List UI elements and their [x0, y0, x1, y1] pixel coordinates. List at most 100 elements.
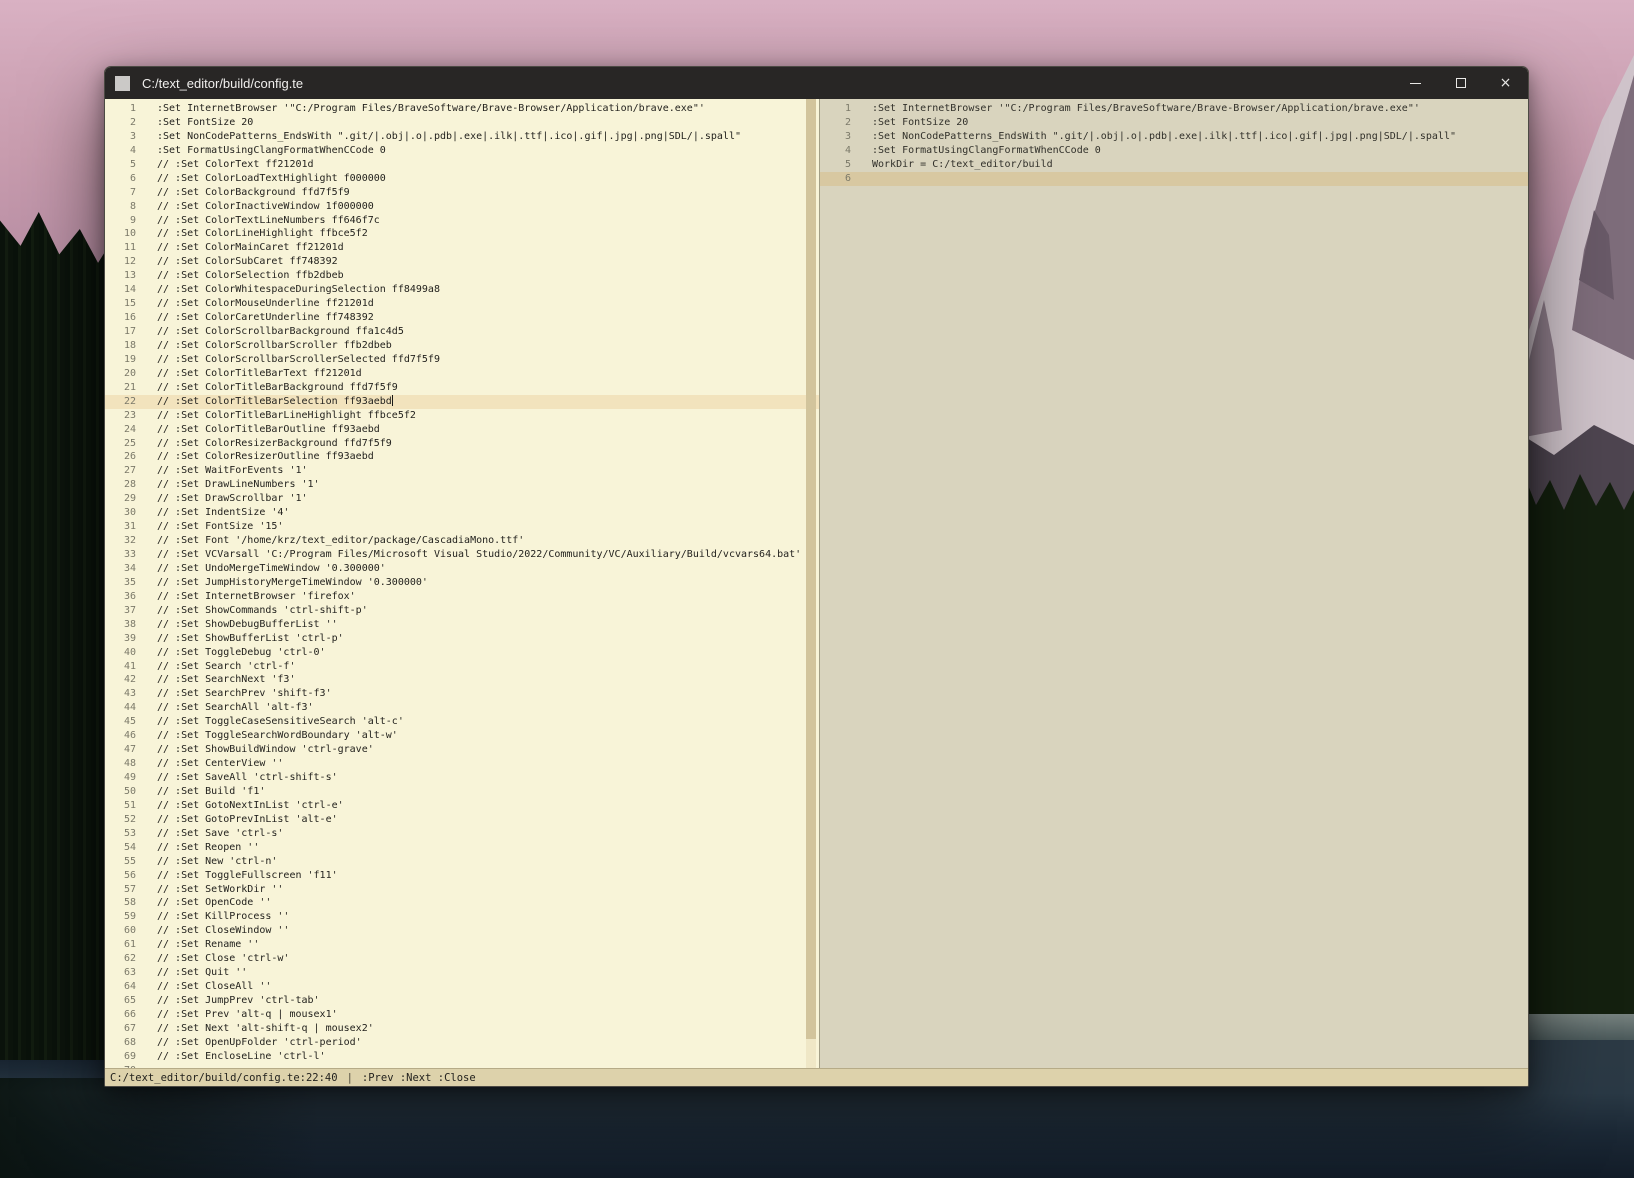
- code-line[interactable]: 32// :Set Font '/home/krz/text_editor/pa…: [105, 534, 819, 548]
- code-text: // :Set Reopen '': [157, 841, 259, 855]
- code-line[interactable]: 63// :Set Quit '': [105, 966, 819, 980]
- minimize-button[interactable]: [1393, 67, 1438, 99]
- scrollbar-thumb[interactable]: [806, 99, 816, 1039]
- code-line[interactable]: 6: [820, 172, 1528, 186]
- code-line[interactable]: 36// :Set InternetBrowser 'firefox': [105, 590, 819, 604]
- code-line[interactable]: 25// :Set ColorResizerBackground ffd7f5f…: [105, 437, 819, 451]
- code-line[interactable]: 39// :Set ShowBufferList 'ctrl-p': [105, 632, 819, 646]
- code-line[interactable]: 3:Set NonCodePatterns_EndsWith ".git/|.o…: [105, 130, 819, 144]
- code-line[interactable]: 9// :Set ColorTextLineNumbers ff646f7c: [105, 214, 819, 228]
- code-line[interactable]: 43// :Set SearchPrev 'shift-f3': [105, 687, 819, 701]
- code-text: // :Set ShowDebugBufferList '': [157, 618, 338, 632]
- close-button[interactable]: ×: [1483, 67, 1528, 99]
- code-line[interactable]: 15// :Set ColorMouseUnderline ff21201d: [105, 297, 819, 311]
- code-line[interactable]: 29// :Set DrawScrollbar '1': [105, 492, 819, 506]
- code-line[interactable]: 24// :Set ColorTitleBarOutline ff93aebd: [105, 423, 819, 437]
- code-line[interactable]: 7// :Set ColorBackground ffd7f5f9: [105, 186, 819, 200]
- code-line[interactable]: 2:Set FontSize 20: [105, 116, 819, 130]
- code-text: :Set FontSize 20: [872, 116, 968, 130]
- code-line[interactable]: 5// :Set ColorText ff21201d: [105, 158, 819, 172]
- code-line[interactable]: 48// :Set CenterView '': [105, 757, 819, 771]
- code-line[interactable]: 60// :Set CloseWindow '': [105, 924, 819, 938]
- line-number: 21: [105, 381, 136, 395]
- code-line[interactable]: 64// :Set CloseAll '': [105, 980, 819, 994]
- code-line[interactable]: 49// :Set SaveAll 'ctrl-shift-s': [105, 771, 819, 785]
- code-line[interactable]: 58// :Set OpenCode '': [105, 896, 819, 910]
- code-line[interactable]: 50// :Set Build 'f1': [105, 785, 819, 799]
- line-number: 12: [105, 255, 136, 269]
- code-line[interactable]: 56// :Set ToggleFullscreen 'f11': [105, 869, 819, 883]
- code-line[interactable]: 62// :Set Close 'ctrl-w': [105, 952, 819, 966]
- code-line[interactable]: 14// :Set ColorWhitespaceDuringSelection…: [105, 283, 819, 297]
- code-line[interactable]: 33// :Set VCVarsall 'C:/Program Files/Mi…: [105, 548, 819, 562]
- code-line[interactable]: 22// :Set ColorTitleBarSelection ff93aeb…: [105, 395, 819, 409]
- code-line[interactable]: 40// :Set ToggleDebug 'ctrl-0': [105, 646, 819, 660]
- code-line[interactable]: 28// :Set DrawLineNumbers '1': [105, 478, 819, 492]
- code-line[interactable]: 38// :Set ShowDebugBufferList '': [105, 618, 819, 632]
- maximize-button[interactable]: [1438, 67, 1483, 99]
- code-line[interactable]: 31// :Set FontSize '15': [105, 520, 819, 534]
- code-line[interactable]: 61// :Set Rename '': [105, 938, 819, 952]
- code-line[interactable]: 52// :Set GotoPrevInList 'alt-e': [105, 813, 819, 827]
- code-line[interactable]: 10// :Set ColorLineHighlight ffbce5f2: [105, 227, 819, 241]
- code-line[interactable]: 68// :Set OpenUpFolder 'ctrl-period': [105, 1036, 819, 1050]
- code-text: // :Set ShowBufferList 'ctrl-p': [157, 632, 344, 646]
- code-line[interactable]: 66// :Set Prev 'alt-q | mousex1': [105, 1008, 819, 1022]
- code-line[interactable]: 12// :Set ColorSubCaret ff748392: [105, 255, 819, 269]
- code-text: :Set InternetBrowser '"C:/Program Files/…: [157, 102, 705, 116]
- code-line[interactable]: 30// :Set IndentSize '4': [105, 506, 819, 520]
- code-line[interactable]: 4:Set FormatUsingClangFormatWhenCCode 0: [820, 144, 1528, 158]
- code-line[interactable]: 20// :Set ColorTitleBarText ff21201d: [105, 367, 819, 381]
- code-line[interactable]: 51// :Set GotoNextInList 'ctrl-e': [105, 799, 819, 813]
- code-line[interactable]: 1:Set InternetBrowser '"C:/Program Files…: [105, 102, 819, 116]
- code-line[interactable]: 42// :Set SearchNext 'f3': [105, 673, 819, 687]
- code-line[interactable]: 46// :Set ToggleSearchWordBoundary 'alt-…: [105, 729, 819, 743]
- line-number: 58: [105, 896, 136, 910]
- code-line[interactable]: 8// :Set ColorInactiveWindow 1f000000: [105, 200, 819, 214]
- code-line[interactable]: 67// :Set Next 'alt-shift-q | mousex2': [105, 1022, 819, 1036]
- status-bar: C:/text_editor/build/config.te:22:40 | :…: [105, 1068, 1528, 1086]
- code-line[interactable]: 11// :Set ColorMainCaret ff21201d: [105, 241, 819, 255]
- editor-pane-active[interactable]: 1:Set InternetBrowser '"C:/Program Files…: [105, 99, 819, 1068]
- code-line[interactable]: 65// :Set JumpPrev 'ctrl-tab': [105, 994, 819, 1008]
- code-line[interactable]: 41// :Set Search 'ctrl-f': [105, 660, 819, 674]
- code-line[interactable]: 5WorkDir = C:/text_editor/build: [820, 158, 1528, 172]
- line-number: 3: [820, 130, 851, 144]
- code-line[interactable]: 37// :Set ShowCommands 'ctrl-shift-p': [105, 604, 819, 618]
- code-line[interactable]: 44// :Set SearchAll 'alt-f3': [105, 701, 819, 715]
- code-line[interactable]: 53// :Set Save 'ctrl-s': [105, 827, 819, 841]
- left-pane-scrollbar[interactable]: [806, 99, 816, 1068]
- code-line[interactable]: 34// :Set UndoMergeTimeWindow '0.300000': [105, 562, 819, 576]
- code-line[interactable]: 3:Set NonCodePatterns_EndsWith ".git/|.o…: [820, 130, 1528, 144]
- code-line[interactable]: 45// :Set ToggleCaseSensitiveSearch 'alt…: [105, 715, 819, 729]
- code-line[interactable]: 54// :Set Reopen '': [105, 841, 819, 855]
- code-line[interactable]: 59// :Set KillProcess '': [105, 910, 819, 924]
- line-number: 33: [105, 548, 136, 562]
- code-text: // :Set SearchPrev 'shift-f3': [157, 687, 332, 701]
- code-line[interactable]: 69// :Set EncloseLine 'ctrl-l': [105, 1050, 819, 1064]
- code-line[interactable]: 35// :Set JumpHistoryMergeTimeWindow '0.…: [105, 576, 819, 590]
- status-commands[interactable]: :Prev :Next :Close: [362, 1072, 476, 1084]
- code-line[interactable]: 17// :Set ColorScrollbarBackground ffa1c…: [105, 325, 819, 339]
- code-line[interactable]: 2:Set FontSize 20: [820, 116, 1528, 130]
- code-line[interactable]: 18// :Set ColorScrollbarScroller ffb2dbe…: [105, 339, 819, 353]
- code-text: :Set FormatUsingClangFormatWhenCCode 0: [157, 144, 386, 158]
- code-line[interactable]: 21// :Set ColorTitleBarBackground ffd7f5…: [105, 381, 819, 395]
- titlebar[interactable]: C:/text_editor/build/config.te ×: [105, 67, 1528, 99]
- code-line[interactable]: 23// :Set ColorTitleBarLineHighlight ffb…: [105, 409, 819, 423]
- code-line[interactable]: 27// :Set WaitForEvents '1': [105, 464, 819, 478]
- code-lines-left: 1:Set InternetBrowser '"C:/Program Files…: [105, 102, 819, 1068]
- code-line[interactable]: 6// :Set ColorLoadTextHighlight f000000: [105, 172, 819, 186]
- code-line[interactable]: 1:Set InternetBrowser '"C:/Program Files…: [820, 102, 1528, 116]
- line-number: 6: [820, 172, 851, 186]
- editor-pane-inactive[interactable]: 1:Set InternetBrowser '"C:/Program Files…: [819, 99, 1528, 1068]
- code-line[interactable]: 16// :Set ColorCaretUnderline ff748392: [105, 311, 819, 325]
- code-line[interactable]: 13// :Set ColorSelection ffb2dbeb: [105, 269, 819, 283]
- code-line[interactable]: 4:Set FormatUsingClangFormatWhenCCode 0: [105, 144, 819, 158]
- code-line[interactable]: 47// :Set ShowBuildWindow 'ctrl-grave': [105, 743, 819, 757]
- code-line[interactable]: 55// :Set New 'ctrl-n': [105, 855, 819, 869]
- code-line[interactable]: 26// :Set ColorResizerOutline ff93aebd: [105, 450, 819, 464]
- line-number: 20: [105, 367, 136, 381]
- code-line[interactable]: 19// :Set ColorScrollbarScrollerSelected…: [105, 353, 819, 367]
- code-line[interactable]: 57// :Set SetWorkDir '': [105, 883, 819, 897]
